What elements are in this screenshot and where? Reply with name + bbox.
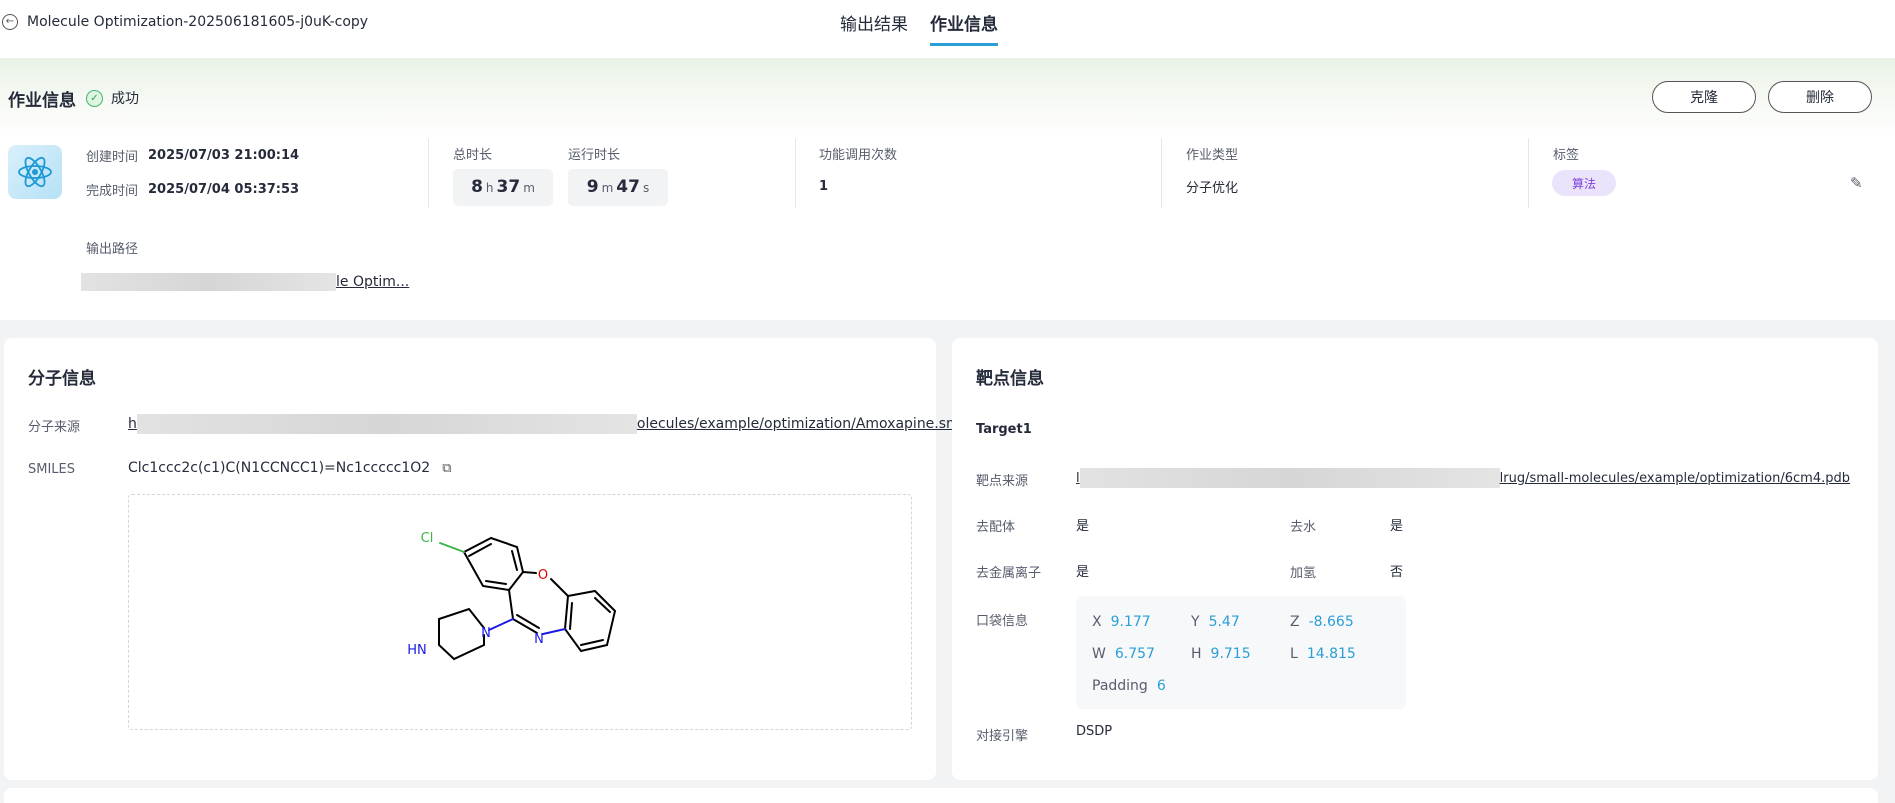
divider [1528,138,1529,208]
remove-ligand-label: 去配体 [976,520,1016,535]
status-text: 成功 [111,91,139,107]
tags-label: 标签 [1553,148,1580,163]
remove-water-label: 去水 [1290,520,1317,535]
molecule-info-card: 分子信息 分子来源 h olecules/example/optimizatio… [4,338,964,780]
redacted-path [81,273,336,291]
job-name: Molecule Optimization-202506181605-j0uK-… [27,14,369,30]
run-duration-value: 9 m 47 s [568,169,668,206]
remove-metal-label: 去金属离子 [976,566,1042,581]
bond-cl [439,542,465,553]
redacted-path [1079,468,1500,488]
job-type-value: 分子优化 [1186,181,1239,196]
smiles-row: Clc1ccc2c(c1)C(N1CCNCC1)=Nc1ccccc1O2 ⧉ [128,460,451,476]
clone-button[interactable]: 克隆 [1652,81,1756,113]
copy-icon[interactable]: ⧉ [442,461,451,476]
target-name: Target1 [976,422,1032,437]
molecule-source-label: 分子来源 [28,420,81,435]
target-info-card: 靶点信息 Target1 靶点来源 l lrug/small-molecules… [952,338,1878,780]
calls-label: 功能调用次数 [819,148,898,163]
back-arrow-icon: ← [2,14,18,30]
pocket-l: L 14.815 [1290,646,1356,662]
job-info-section: 作业信息 ✓ 成功 克隆 删除 创建时间 2025/07/03 21:00:14… [0,58,1895,320]
atom-o: O [538,568,548,583]
molecule-structure: Cl O N N HN [128,494,912,730]
bond-c-c [508,589,514,620]
add-hydrogen-label: 加氢 [1290,566,1317,581]
pocket-info-panel: X 9.177 Y 5.47 Z -8.665 W 6.757 H 9.715 L 14.8… [1076,596,1406,709]
job-type-label: 作业类型 [1186,148,1239,163]
bond-n-c [542,628,566,635]
remove-ligand-value: 是 [1076,519,1090,534]
remove-metal-value: 是 [1076,565,1090,580]
tab-job-info[interactable]: 作业信息 [930,10,998,46]
back-button[interactable]: ← Molecule Optimization-202506181605-j0u… [2,14,368,30]
pocket-padding: Padding 6 [1092,678,1166,694]
target-source-link[interactable]: l lrug/small-molecules/example/optimizat… [1076,468,1850,488]
output-path-link[interactable]: le Optim... [81,272,409,292]
bond-c-n-pip [488,618,514,631]
run-duration-label: 运行时长 [568,148,621,163]
target-source-label: 靶点来源 [976,474,1029,489]
redacted-path [136,414,637,434]
job-status: ✓ 成功 [86,88,139,108]
pocket-h: H 9.715 [1191,646,1251,662]
divider [1161,138,1162,208]
top-bar: ← Molecule Optimization-202506181605-j0u… [0,0,1895,58]
molecule-info-title: 分子信息 [28,369,96,389]
divider [795,138,796,208]
total-duration-value: 8 h 37 m [453,169,553,206]
pocket-x: X 9.177 [1092,614,1151,630]
smiles-label: SMILES [28,462,76,477]
calls-value: 1 [819,179,829,194]
pocket-z: Z -8.665 [1290,614,1354,630]
tab-output-results[interactable]: 输出结果 [840,10,908,46]
total-duration-label: 总时长 [453,148,493,163]
bond-o2 [550,578,569,597]
created-time: 创建时间 2025/07/03 21:00:14 [86,148,300,165]
edit-pencil-icon[interactable]: ✎ [1850,174,1863,192]
molecule-structure-drawing: Cl O N N HN [407,531,617,661]
next-section-edge [4,788,1878,803]
pocket-w: W 6.757 [1092,646,1155,662]
bond-o1 [522,571,537,574]
docking-engine-value: DSDP [1076,724,1113,739]
finished-time: 完成时间 2025/07/04 05:37:53 [86,182,300,199]
atom-n-imine: N [534,632,544,647]
smiles-value: Clc1ccc2c(c1)C(N1CCNCC1)=Nc1ccccc1O2 [128,460,431,476]
tab-bar: 输出结果 作业信息 [840,10,998,46]
atom-icon [8,145,62,199]
bond-c-n-double [512,614,540,634]
pocket-info-label: 口袋信息 [976,614,1029,629]
pocket-y: Y 5.47 [1191,614,1240,630]
molecule-source-link[interactable]: h olecules/example/optimization/Amoxapin… [128,414,964,434]
atom-nh: HN [407,643,427,658]
atom-cl: Cl [421,531,434,546]
job-info-title: 作业信息 [8,91,76,111]
docking-engine-label: 对接引擎 [976,729,1029,744]
remove-water-value: 是 [1390,519,1404,534]
success-check-icon: ✓ [86,89,103,107]
target-info-title: 靶点信息 [976,369,1044,389]
output-path-label: 输出路径 [86,242,139,257]
atom-n-piperazine: N [481,626,491,641]
tag-badge: 算法 [1552,170,1616,196]
divider [428,138,429,208]
bond-piperazine [438,607,485,661]
add-hydrogen-value: 否 [1390,565,1404,580]
delete-button[interactable]: 删除 [1768,81,1872,113]
